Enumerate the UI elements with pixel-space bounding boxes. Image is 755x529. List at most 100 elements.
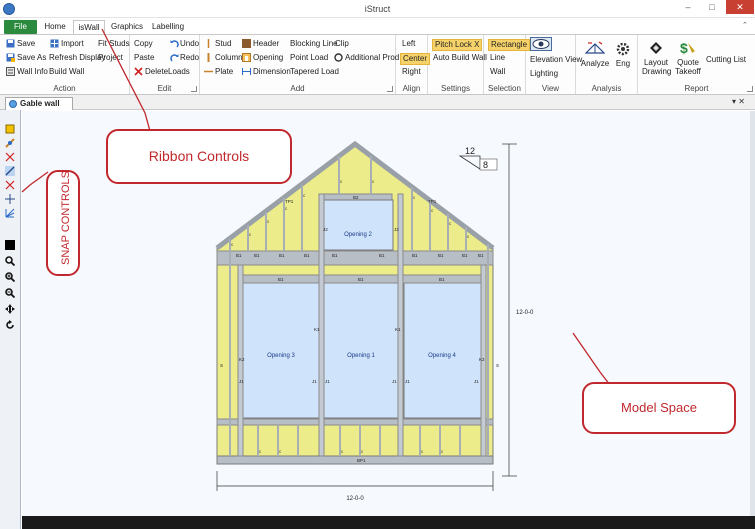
column-icon bbox=[207, 53, 210, 62]
zoom-icon[interactable] bbox=[5, 256, 15, 266]
clip-button[interactable]: Clip bbox=[335, 39, 349, 49]
tab-iswall[interactable]: isWall bbox=[73, 20, 105, 35]
refresh-display-button[interactable]: Refresh Display bbox=[49, 53, 105, 63]
quote-takeoff-button[interactable]: $ Quote Takeoff bbox=[672, 39, 704, 76]
svg-text:TP1: TP1 bbox=[285, 199, 294, 204]
layout-drawing-button[interactable]: Layout Drawing bbox=[642, 39, 672, 76]
fit-studs-button[interactable]: Fit Studs bbox=[98, 39, 130, 49]
zoom-in-icon[interactable] bbox=[5, 272, 15, 282]
tab-file[interactable]: File bbox=[4, 20, 37, 34]
loads-button[interactable]: Loads bbox=[168, 67, 190, 77]
delete-button[interactable]: Delete bbox=[145, 67, 168, 77]
save-button[interactable]: Save bbox=[17, 39, 35, 49]
save-as-button[interactable]: Save As bbox=[17, 53, 46, 63]
cutting-list-button[interactable]: Cutting List bbox=[706, 55, 746, 65]
plate-button[interactable]: Plate bbox=[215, 67, 233, 77]
snap-controls-callout-text: SNAP CONTROLS bbox=[60, 171, 72, 265]
point-load-button[interactable]: Point Load bbox=[290, 53, 328, 63]
eng-button[interactable]: Eng bbox=[612, 41, 634, 68]
pitch-run: 12 bbox=[465, 146, 475, 156]
elevation-view-button[interactable]: Elevation View bbox=[530, 55, 582, 65]
title-bar: iStruct – □ ✕ bbox=[0, 0, 755, 18]
import-icon bbox=[50, 39, 59, 48]
align-left-button[interactable]: Left bbox=[402, 39, 415, 49]
svg-text:B1: B1 bbox=[478, 253, 484, 258]
opening-1[interactable] bbox=[323, 282, 399, 419]
redo-button[interactable]: Redo bbox=[180, 53, 199, 63]
header-button[interactable]: Header bbox=[253, 39, 279, 49]
wall-info-button[interactable]: Wall Info bbox=[17, 67, 48, 77]
copy-button[interactable]: Copy bbox=[134, 39, 153, 49]
tab-labelling[interactable]: Labelling bbox=[149, 20, 187, 34]
group-view: Elevation View Lighting View bbox=[526, 35, 582, 94]
paste-button[interactable]: Paste bbox=[134, 53, 154, 63]
ribbon-controls-callout: Ribbon Controls bbox=[106, 129, 292, 184]
color-swatch-icon[interactable] bbox=[5, 240, 15, 250]
close-button[interactable]: ✕ bbox=[726, 0, 754, 14]
svg-text:K2: K2 bbox=[239, 357, 245, 362]
group-label-settings: Settings bbox=[441, 84, 470, 93]
svg-text:B1: B1 bbox=[462, 253, 468, 258]
zoom-out-icon[interactable] bbox=[5, 288, 15, 298]
opening-button[interactable]: Opening bbox=[253, 53, 283, 63]
snap-nearest-icon[interactable] bbox=[5, 180, 15, 190]
header-icon bbox=[242, 39, 251, 48]
additional-prod-button[interactable]: Additional Prod. bbox=[345, 53, 401, 63]
opening-2[interactable] bbox=[322, 199, 394, 251]
svg-text:$: $ bbox=[680, 40, 688, 56]
lighting-button[interactable]: Lighting bbox=[530, 69, 558, 79]
dimension-button[interactable]: Dimension bbox=[253, 67, 291, 77]
rotate-icon[interactable] bbox=[5, 320, 15, 330]
opening-4-label: Opening 4 bbox=[428, 353, 456, 359]
document-tab-gable-wall[interactable]: Gable wall bbox=[5, 97, 73, 110]
svg-text:S: S bbox=[496, 363, 499, 368]
save-icon bbox=[6, 39, 15, 48]
svg-text:J1: J1 bbox=[312, 379, 317, 384]
stud-button[interactable]: Stud bbox=[215, 39, 231, 49]
snap-intersection-icon[interactable] bbox=[5, 152, 15, 162]
snap-endpoint-icon[interactable] bbox=[5, 124, 15, 134]
minimize-button[interactable]: – bbox=[676, 0, 700, 14]
snap-center-icon[interactable] bbox=[5, 194, 15, 204]
svg-text:J1: J1 bbox=[405, 379, 410, 384]
build-wall-button[interactable]: Build Wall bbox=[49, 67, 84, 77]
align-right-button[interactable]: Right bbox=[402, 67, 421, 77]
project-button[interactable]: Project bbox=[98, 53, 123, 63]
maximize-button[interactable]: □ bbox=[700, 0, 724, 14]
svg-text:B1: B1 bbox=[254, 253, 260, 258]
vertical-scrollbar[interactable] bbox=[750, 111, 755, 516]
delete-icon bbox=[134, 67, 143, 76]
analyze-button[interactable]: Analyze bbox=[580, 41, 610, 68]
opening-3[interactable] bbox=[242, 282, 320, 419]
column-button[interactable]: Column bbox=[215, 53, 243, 63]
svg-text:K2: K2 bbox=[479, 357, 485, 362]
document-tab-controls[interactable]: ▾ ✕ bbox=[732, 97, 745, 106]
tab-graphics[interactable]: Graphics bbox=[110, 20, 144, 34]
tapered-load-button[interactable]: Tapered Load bbox=[290, 67, 339, 77]
blocking-line-button[interactable]: Blocking Line bbox=[290, 39, 338, 49]
opening-icon bbox=[242, 53, 251, 62]
select-line-button[interactable]: Line bbox=[490, 53, 505, 63]
pitch-lock-button[interactable]: Pitch Lock X bbox=[432, 39, 483, 51]
align-center-button[interactable]: Center bbox=[400, 53, 431, 65]
opening-4[interactable] bbox=[403, 282, 482, 419]
edit-launcher-icon[interactable] bbox=[191, 86, 197, 92]
layout-drawing-label: Layout Drawing bbox=[642, 58, 672, 76]
snap-grid-icon[interactable] bbox=[5, 208, 15, 218]
tab-home[interactable]: Home bbox=[42, 20, 68, 34]
svg-text:K1: K1 bbox=[314, 327, 320, 332]
select-rectangle-button[interactable]: Rectangle bbox=[488, 39, 531, 51]
auto-build-wall-button[interactable]: Auto Build Wall bbox=[433, 53, 487, 63]
import-button[interactable]: Import bbox=[61, 39, 84, 49]
collapse-ribbon-icon[interactable]: ⌃ bbox=[742, 21, 748, 29]
snap-perpendicular-icon[interactable] bbox=[5, 166, 15, 176]
select-wall-button[interactable]: Wall bbox=[490, 67, 505, 77]
svg-text:B1: B1 bbox=[412, 253, 418, 258]
eye-icon[interactable] bbox=[530, 37, 552, 51]
pan-icon[interactable] bbox=[5, 304, 15, 314]
undo-button[interactable]: Undo bbox=[180, 39, 199, 49]
gear-icon bbox=[616, 42, 630, 56]
snap-midpoint-icon[interactable] bbox=[5, 138, 15, 148]
report-launcher-icon[interactable] bbox=[747, 86, 753, 92]
add-launcher-icon[interactable] bbox=[387, 86, 393, 92]
